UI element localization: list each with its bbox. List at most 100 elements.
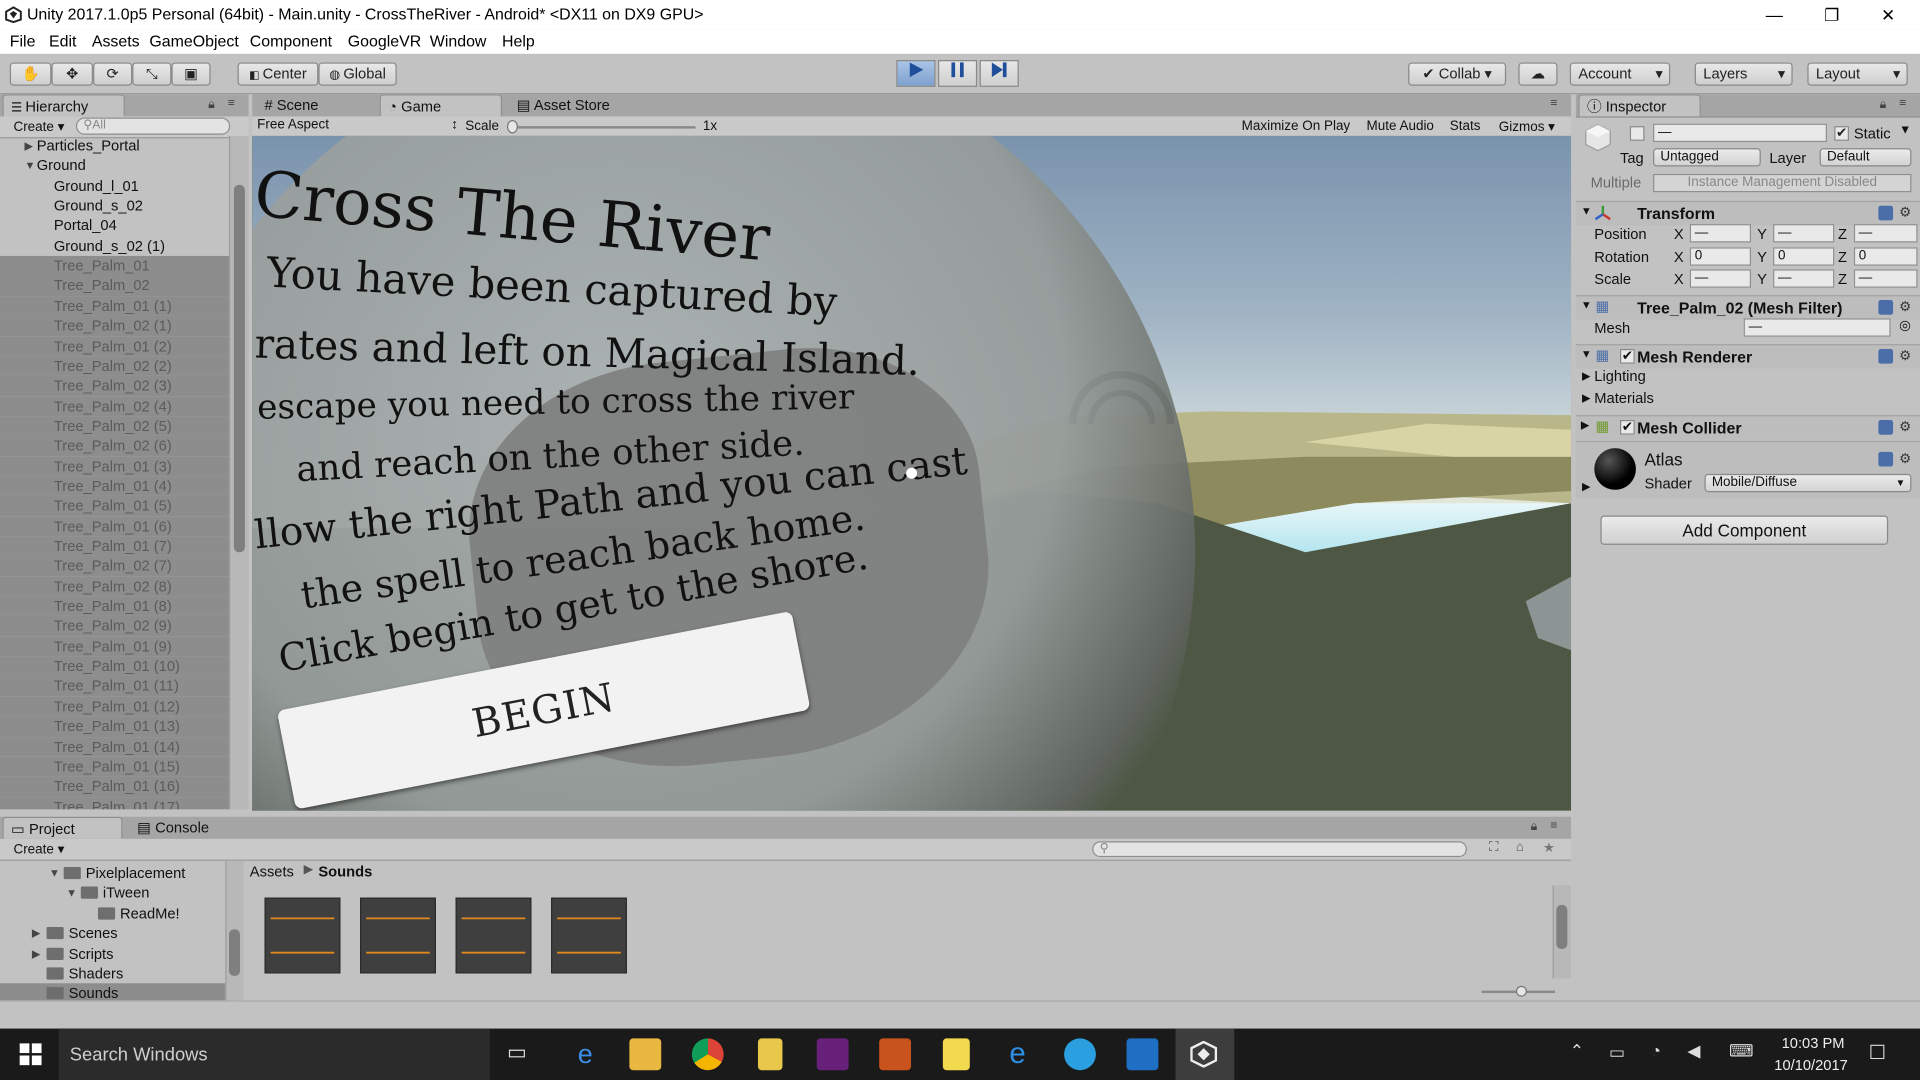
fold-closed-icon[interactable]: ▶ bbox=[32, 923, 44, 943]
panel-menu-icon[interactable]: ≡ bbox=[1550, 97, 1557, 110]
fold-closed-icon[interactable]: ▶ bbox=[24, 136, 36, 156]
help-icon[interactable] bbox=[1878, 348, 1894, 364]
internet-explorer-icon[interactable]: e bbox=[1002, 1038, 1034, 1070]
menu-assets[interactable]: Assets bbox=[92, 32, 140, 50]
chevron-up-icon[interactable]: ⌃ bbox=[1570, 1041, 1584, 1062]
active-checkbox[interactable] bbox=[1629, 126, 1645, 141]
menu-window[interactable]: Window bbox=[430, 32, 487, 50]
lock-icon[interactable]: 🔒︎ bbox=[1880, 98, 1887, 111]
hierarchy-item[interactable]: Tree_Palm_01 (13) bbox=[0, 716, 229, 737]
help-icon[interactable] bbox=[1878, 420, 1894, 435]
enabled-checkbox[interactable]: ✔ bbox=[1620, 348, 1635, 364]
windows-start-icon[interactable] bbox=[19, 1043, 42, 1066]
gear-icon[interactable]: ⚙ bbox=[1899, 204, 1911, 221]
help-icon[interactable] bbox=[1878, 205, 1894, 221]
hierarchy-item[interactable]: Tree_Palm_01 (2) bbox=[0, 336, 229, 357]
help-icon[interactable] bbox=[1878, 451, 1894, 467]
close-button[interactable]: ✕ bbox=[1860, 0, 1916, 29]
hierarchy-item[interactable]: Portal_04 bbox=[0, 216, 229, 236]
lock-icon[interactable]: 🔒︎ bbox=[1531, 820, 1538, 833]
battery-icon[interactable]: ▭ bbox=[1609, 1042, 1625, 1063]
z-value-field[interactable]: — bbox=[1853, 224, 1918, 243]
chrome-icon[interactable] bbox=[691, 1038, 724, 1071]
hierarchy-item[interactable]: Tree_Palm_01 (7) bbox=[0, 536, 229, 557]
materials-foldout[interactable]: Materials bbox=[1594, 389, 1654, 406]
filter-type-icon[interactable]: ⛶ bbox=[1489, 840, 1498, 856]
hierarchy-item[interactable]: ▶ Particles_Portal bbox=[0, 136, 229, 156]
project-folder-item[interactable]: Sounds bbox=[0, 983, 226, 1001]
space-global-button[interactable]: ◍ Global bbox=[318, 62, 397, 86]
panel-menu-icon[interactable]: ≡ bbox=[1899, 97, 1906, 110]
mute-audio-toggle[interactable]: Mute Audio bbox=[1367, 119, 1434, 134]
star-icon[interactable]: ★ bbox=[1543, 840, 1555, 856]
hierarchy-item[interactable]: Tree_Palm_02 (2) bbox=[0, 356, 229, 377]
scrollbar-thumb[interactable] bbox=[1556, 904, 1568, 949]
hierarchy-item[interactable]: Tree_Palm_02 (7) bbox=[0, 556, 229, 577]
scale-slider-track[interactable] bbox=[511, 126, 696, 129]
cloud-button[interactable]: ☁ bbox=[1518, 62, 1558, 86]
layout-dropdown[interactable]: Layout ▾ bbox=[1807, 62, 1908, 86]
z-value-field[interactable]: 0 bbox=[1853, 246, 1918, 266]
mesh-filter-header[interactable]: ▼ ▦ Tree_Palm_02 (Mesh Filter) ⚙ bbox=[1575, 295, 1920, 320]
x-value-field[interactable]: — bbox=[1689, 224, 1752, 243]
menu-component[interactable]: Component bbox=[250, 32, 332, 50]
x-value-field[interactable]: 0 bbox=[1689, 246, 1752, 266]
x-value-field[interactable]: — bbox=[1689, 269, 1752, 288]
hierarchy-item[interactable]: Tree_Palm_01 (9) bbox=[0, 636, 229, 657]
hierarchy-item[interactable]: ▼ Ground bbox=[0, 156, 229, 176]
hierarchy-item[interactable]: Ground_l_01 bbox=[0, 176, 229, 196]
hierarchy-item[interactable]: Tree_Palm_01 bbox=[0, 256, 229, 277]
project-folder-item[interactable]: ▶ Scenes bbox=[0, 923, 225, 943]
scale-slider-knob[interactable] bbox=[506, 120, 518, 134]
hand-tool-button[interactable]: ✋ bbox=[9, 62, 52, 86]
project-folder-item[interactable]: ▼ iTween bbox=[0, 883, 225, 903]
transform-header[interactable]: ▼ Transform ⚙ bbox=[1575, 200, 1920, 226]
audio-clip-thumbnail[interactable] bbox=[360, 897, 436, 974]
chevron-down-icon[interactable]: ▼ bbox=[1899, 124, 1911, 137]
hierarchy-search-input[interactable]: ⚲All bbox=[75, 117, 231, 135]
audio-clip-thumbnail[interactable] bbox=[551, 897, 627, 974]
hierarchy-item[interactable]: Tree_Palm_01 (11) bbox=[0, 676, 229, 697]
hierarchy-item[interactable]: Tree_Palm_02 (6) bbox=[0, 436, 229, 457]
keyboard-icon[interactable]: ⌨ bbox=[1729, 1041, 1754, 1062]
taskbar-time[interactable]: 10:03 PM bbox=[1782, 1035, 1845, 1052]
asset-scrollbar[interactable] bbox=[1552, 885, 1572, 979]
mesh-field[interactable]: — bbox=[1743, 318, 1891, 337]
y-value-field[interactable]: — bbox=[1773, 224, 1835, 243]
fold-open-icon[interactable]: ▼ bbox=[66, 883, 78, 903]
hierarchy-item[interactable]: Tree_Palm_01 (5) bbox=[0, 496, 229, 517]
tab-game[interactable]: ◔ Game bbox=[379, 94, 503, 117]
hierarchy-item[interactable]: Ground_s_02 (1) bbox=[0, 236, 229, 256]
menu-help[interactable]: Help bbox=[502, 32, 535, 50]
hierarchy-item[interactable]: Tree_Palm_02 bbox=[0, 276, 229, 297]
tab-console[interactable]: ▤ Console bbox=[130, 817, 240, 839]
taskbar-date[interactable]: 10/10/2017 bbox=[1774, 1057, 1848, 1074]
audio-clip-thumbnail[interactable] bbox=[455, 897, 532, 974]
rotate-tool-button[interactable]: ⟳ bbox=[93, 62, 133, 86]
hierarchy-item[interactable]: Tree_Palm_02 (3) bbox=[0, 376, 229, 397]
account-dropdown[interactable]: Account ▾ bbox=[1569, 62, 1671, 86]
hierarchy-item[interactable]: Tree_Palm_01 (10) bbox=[0, 656, 229, 677]
z-value-field[interactable]: — bbox=[1853, 269, 1918, 288]
gear-icon[interactable]: ⚙ bbox=[1899, 419, 1911, 435]
audio-clip-thumbnail[interactable] bbox=[264, 897, 341, 974]
panel-menu-icon[interactable]: ≡ bbox=[228, 97, 235, 110]
aspect-dropdown[interactable]: Free Aspect ↕ bbox=[257, 118, 458, 136]
gear-icon[interactable]: ⚙ bbox=[1899, 451, 1911, 467]
hierarchy-item[interactable]: Tree_Palm_01 (3) bbox=[0, 456, 229, 477]
hierarchy-item[interactable]: Tree_Palm_01 (6) bbox=[0, 516, 229, 537]
hierarchy-item[interactable]: Tree_Palm_01 (16) bbox=[0, 776, 229, 797]
tab-hierarchy[interactable]: ☰ Hierarchy bbox=[2, 94, 125, 117]
breadcrumb-root[interactable]: Assets bbox=[250, 863, 294, 880]
project-folder-item[interactable]: ReadMe! bbox=[0, 903, 225, 923]
fold-open-icon[interactable]: ▼ bbox=[49, 863, 61, 883]
mesh-collider-header[interactable]: ▶ ▦ ✔ Mesh Collider ⚙ bbox=[1575, 415, 1920, 440]
hierarchy-create-button[interactable]: Create ▾ bbox=[13, 119, 64, 135]
tag-dropdown[interactable]: Untagged bbox=[1653, 148, 1761, 167]
volume-icon[interactable]: ◀︎ bbox=[1687, 1041, 1700, 1062]
lock-icon[interactable]: 🔒︎ bbox=[208, 98, 215, 111]
move-tool-button[interactable]: ✥ bbox=[51, 62, 94, 86]
menu-edit[interactable]: Edit bbox=[49, 32, 76, 50]
sticky-notes-icon[interactable] bbox=[942, 1038, 970, 1071]
notification-icon[interactable]: ☐ bbox=[1869, 1041, 1887, 1065]
